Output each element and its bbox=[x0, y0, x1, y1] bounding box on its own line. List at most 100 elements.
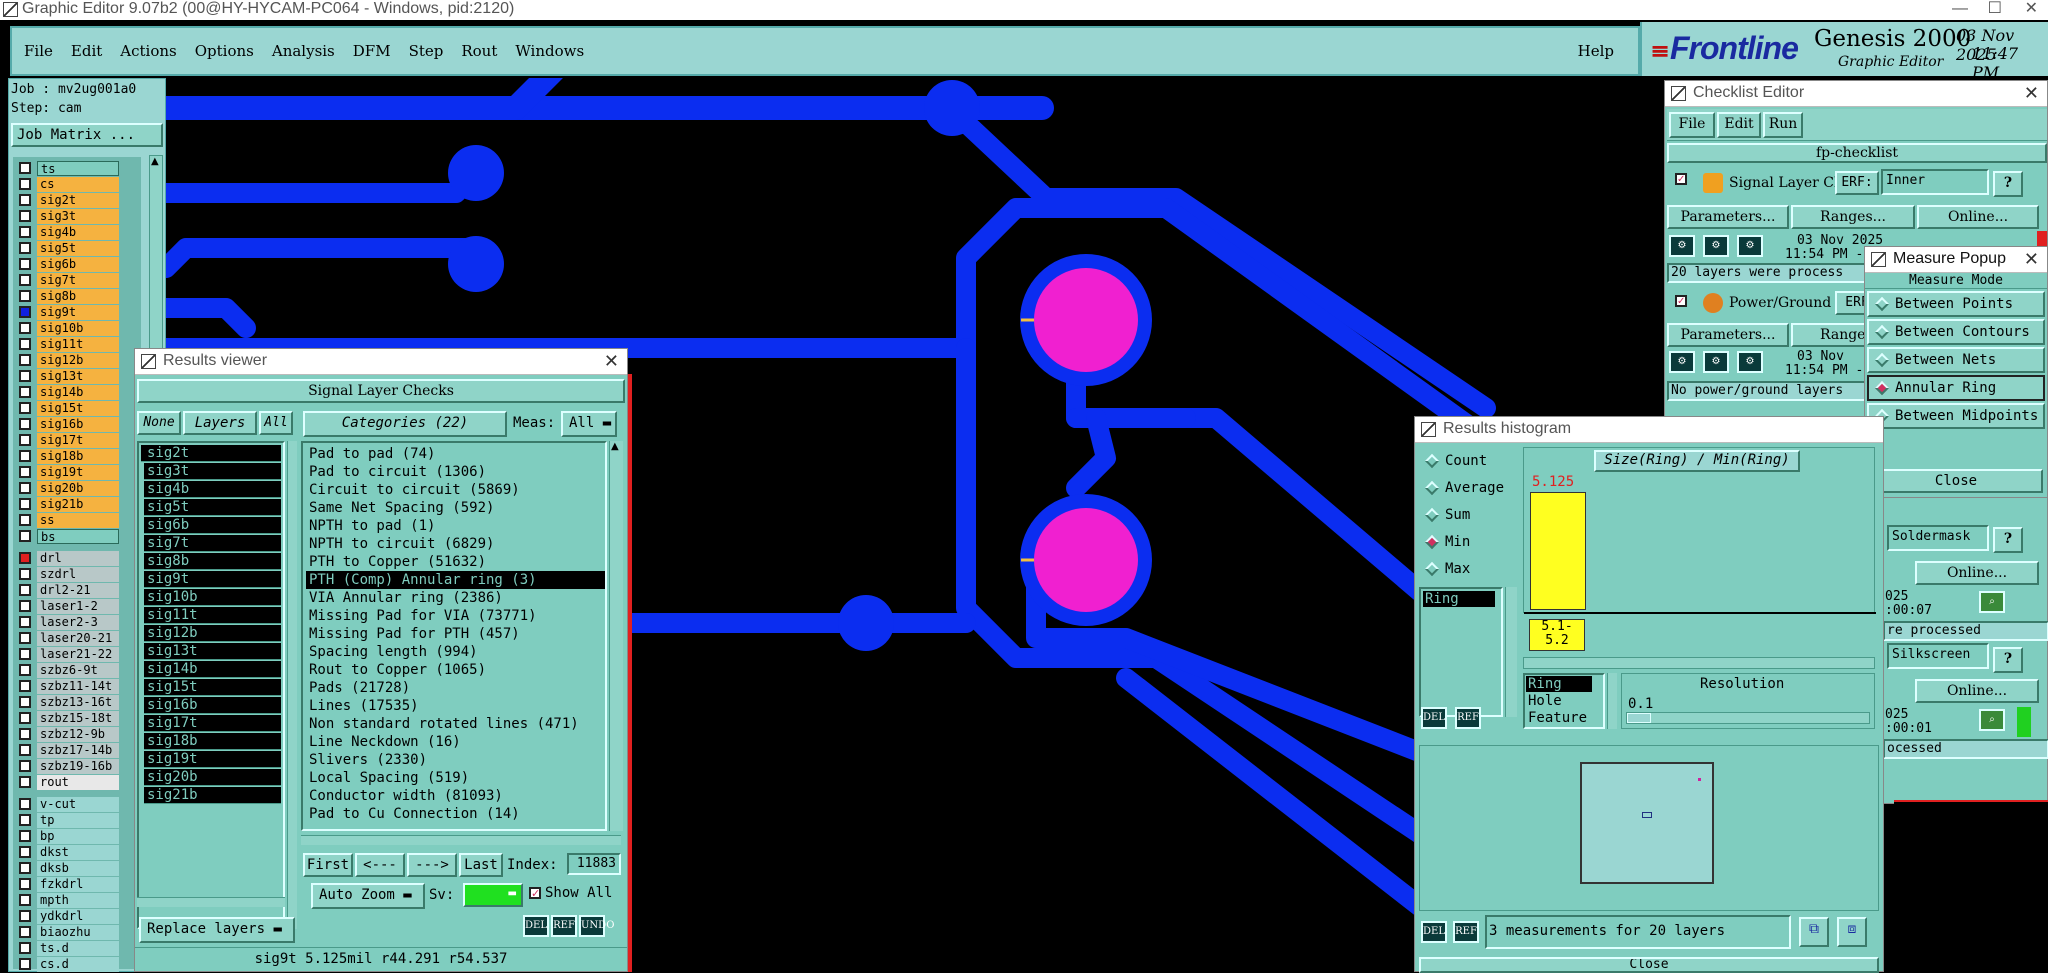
layer-name[interactable]: drl2-21 bbox=[37, 582, 119, 598]
layer-checkbox[interactable] bbox=[19, 632, 31, 644]
layer-name[interactable]: szbz13-16t bbox=[37, 694, 119, 710]
close-icon[interactable]: ✕ bbox=[2025, 0, 2038, 18]
layer-row[interactable]: sig18b bbox=[13, 448, 141, 464]
category-item[interactable]: Non standard rotated lines (471) bbox=[306, 715, 605, 733]
layer-row[interactable]: szbz12-9b bbox=[13, 726, 141, 742]
run-icon[interactable]: ⚙ bbox=[1737, 235, 1763, 257]
index-input[interactable]: 11883 bbox=[567, 853, 621, 875]
layer-name[interactable]: sig16b bbox=[37, 416, 119, 432]
layer-checkbox[interactable] bbox=[19, 482, 31, 494]
category-item[interactable]: Slivers (2330) bbox=[306, 751, 605, 769]
close-icon[interactable]: ✕ bbox=[2024, 247, 2039, 271]
layer-row[interactable]: laser1-2 bbox=[13, 598, 141, 614]
menu-windows[interactable]: Windows bbox=[515, 42, 584, 60]
result-layer-item[interactable]: sig10b bbox=[144, 589, 281, 606]
field-option-ring[interactable]: Ring bbox=[1526, 676, 1592, 692]
layer-checkbox[interactable] bbox=[19, 418, 31, 430]
layer-row[interactable]: mpth bbox=[13, 892, 141, 908]
layer-checkbox[interactable] bbox=[19, 210, 31, 222]
layer-checkbox[interactable] bbox=[19, 712, 31, 724]
layer-row[interactable]: szbz17-14b bbox=[13, 742, 141, 758]
layer-name[interactable]: sig7t bbox=[37, 272, 119, 288]
none-button[interactable]: None bbox=[137, 411, 181, 435]
histogram-list[interactable]: Ring bbox=[1419, 587, 1503, 717]
layer-row[interactable]: sig9t bbox=[13, 304, 141, 320]
item3-erf-field[interactable]: Soldermask bbox=[1887, 525, 1989, 551]
layer-name[interactable]: cs bbox=[37, 176, 119, 192]
categories-hscrollbar[interactable] bbox=[301, 835, 621, 845]
category-item[interactable]: Pad to circuit (1306) bbox=[306, 463, 605, 481]
result-layer-item[interactable]: sig4b bbox=[144, 481, 281, 498]
layer-row[interactable]: drl bbox=[13, 550, 141, 566]
layer-row[interactable]: ts bbox=[13, 160, 141, 176]
last-button[interactable]: Last bbox=[459, 853, 503, 877]
layer-checkbox[interactable] bbox=[19, 616, 31, 628]
layer-name[interactable]: laser21-22 bbox=[37, 646, 119, 662]
stat-radio[interactable]: Average bbox=[1419, 474, 1519, 501]
layer-row[interactable]: biaozhu bbox=[13, 924, 141, 940]
layer-row[interactable]: sig10b bbox=[13, 320, 141, 336]
category-item[interactable]: PTH (Comp) Annular ring (3) bbox=[306, 571, 605, 589]
category-item[interactable]: NPTH to pad (1) bbox=[306, 517, 605, 535]
measure-close-button[interactable]: Close bbox=[1869, 469, 2043, 493]
histogram-chart[interactable]: Size(Ring) / Min(Ring) 5.125 bbox=[1523, 447, 1876, 614]
layer-row[interactable]: sig4b bbox=[13, 224, 141, 240]
layer-row[interactable]: fzkdrl bbox=[13, 876, 141, 892]
checklist-menu-file[interactable]: File bbox=[1669, 112, 1715, 138]
layer-name[interactable]: sig5t bbox=[37, 240, 119, 256]
layer-row[interactable]: bp bbox=[13, 828, 141, 844]
result-layer-item[interactable]: sig11t bbox=[144, 607, 281, 624]
layer-checkbox[interactable] bbox=[19, 434, 31, 446]
field-scrollbar[interactable] bbox=[1607, 673, 1617, 729]
layer-row[interactable]: rout bbox=[13, 774, 141, 790]
menu-help[interactable]: Help bbox=[1578, 42, 1614, 60]
result-layer-item[interactable]: sig20b bbox=[144, 769, 281, 786]
layer-checkbox[interactable] bbox=[19, 830, 31, 842]
checklist-menu-run[interactable]: Run bbox=[1763, 112, 1803, 138]
layer-checkbox[interactable] bbox=[19, 926, 31, 938]
first-button[interactable]: First bbox=[303, 853, 353, 877]
layer-row[interactable]: sig5t bbox=[13, 240, 141, 256]
layer-row[interactable]: laser2-3 bbox=[13, 614, 141, 630]
layer-name[interactable]: sig2t bbox=[37, 192, 119, 208]
layer-name[interactable]: sig20b bbox=[37, 480, 119, 496]
layer-name[interactable]: v-cut bbox=[37, 796, 119, 812]
histogram-close-button[interactable]: Close bbox=[1419, 957, 1879, 973]
item4-erf-field[interactable]: Silkscreen bbox=[1887, 643, 1989, 669]
scroll-up-icon[interactable]: ▲ bbox=[151, 156, 159, 167]
layer-checkbox[interactable] bbox=[19, 466, 31, 478]
layer-checkbox[interactable] bbox=[19, 274, 31, 286]
layer-checkbox[interactable] bbox=[19, 530, 31, 542]
menu-dfm[interactable]: DFM bbox=[353, 42, 391, 60]
measure-mode-option[interactable]: Between Contours bbox=[1867, 319, 2045, 345]
category-item[interactable]: Line Neckdown (16) bbox=[306, 733, 605, 751]
layer-checkbox[interactable] bbox=[19, 338, 31, 350]
layer-row[interactable]: szbz6-9t bbox=[13, 662, 141, 678]
auto-zoom-select[interactable]: Auto Zoom ▬ bbox=[311, 883, 425, 909]
layer-name[interactable]: bs bbox=[37, 528, 119, 544]
layer-checkbox[interactable] bbox=[19, 846, 31, 858]
category-item[interactable]: Lines (17535) bbox=[306, 697, 605, 715]
checklist-menu-edit[interactable]: Edit bbox=[1717, 112, 1761, 138]
result-layer-item[interactable]: sig2t bbox=[144, 445, 281, 462]
layer-checkbox[interactable] bbox=[19, 306, 31, 318]
category-item[interactable]: Local Spacing (519) bbox=[306, 769, 605, 787]
item2-checkbox[interactable]: ✓ bbox=[1675, 295, 1687, 307]
layer-name[interactable]: sig10b bbox=[37, 320, 119, 336]
layer-row[interactable]: tp bbox=[13, 812, 141, 828]
menu-options[interactable]: Options bbox=[195, 42, 254, 60]
layer-name[interactable]: bp bbox=[37, 828, 119, 844]
layers-hscrollbar[interactable] bbox=[137, 897, 285, 907]
help-icon[interactable]: ? bbox=[1993, 647, 2023, 673]
result-layer-item[interactable]: sig8b bbox=[144, 553, 281, 570]
layer-row[interactable]: laser21-22 bbox=[13, 646, 141, 662]
layer-checkbox[interactable] bbox=[19, 450, 31, 462]
stat-radio[interactable]: Min bbox=[1419, 528, 1519, 555]
layer-checkbox[interactable] bbox=[19, 744, 31, 756]
replace-layers-select[interactable]: Replace layers ▬ bbox=[139, 917, 295, 943]
layer-row[interactable]: szdrl bbox=[13, 566, 141, 582]
category-item[interactable]: Spacing length (994) bbox=[306, 643, 605, 661]
layer-checkbox[interactable] bbox=[19, 402, 31, 414]
result-layer-item[interactable]: sig21b bbox=[144, 787, 281, 804]
maximize-icon[interactable]: ☐ bbox=[1988, 0, 2002, 18]
